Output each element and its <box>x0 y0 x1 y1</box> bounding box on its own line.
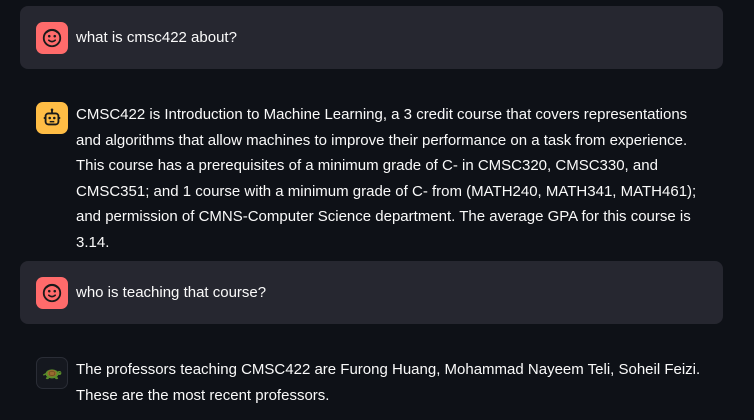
user-avatar <box>36 277 68 309</box>
chat-container: what is cmsc422 about? CMSC422 is Introd… <box>0 0 754 420</box>
message-text: what is cmsc422 about? <box>76 29 237 46</box>
chat-message-user: who is teaching that course? <box>20 261 723 324</box>
assistant-avatar <box>36 102 68 134</box>
smiling-face-icon <box>42 283 62 303</box>
turtle-icon <box>43 369 62 380</box>
assistant-avatar <box>36 357 68 389</box>
chat-message-assistant: The professors teaching CMSC422 are Furo… <box>20 345 723 420</box>
message-text: who is teaching that course? <box>76 284 267 301</box>
smiling-face-icon <box>42 28 62 48</box>
message-text: CMSC422 is Introduction to Machine Learn… <box>76 106 697 251</box>
chat-message-assistant: CMSC422 is Introduction to Machine Learn… <box>20 90 723 251</box>
chat-message-user: what is cmsc422 about? <box>20 6 723 69</box>
user-avatar <box>36 22 68 54</box>
message-text: The professors teaching CMSC422 are Furo… <box>76 361 701 404</box>
robot-icon <box>43 108 61 126</box>
